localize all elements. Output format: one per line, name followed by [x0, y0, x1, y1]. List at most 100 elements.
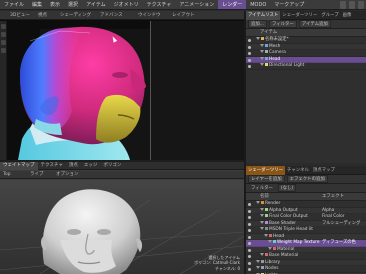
- expand-triangle-icon[interactable]: [260, 43, 264, 47]
- expand-triangle-icon[interactable]: [268, 246, 272, 250]
- info-line: ポリゴン: Catmull-Clark: [194, 260, 240, 266]
- tab-shader-tree[interactable]: シェーダーツリー: [246, 166, 286, 175]
- visibility-eye-icon[interactable]: [248, 65, 251, 68]
- expand-triangle-icon[interactable]: [268, 240, 272, 243]
- render-icon: [261, 201, 264, 204]
- expand-triangle-icon[interactable]: [260, 56, 264, 60]
- visibility-eye-icon[interactable]: [248, 235, 251, 239]
- visibility-eye-icon[interactable]: [248, 52, 251, 55]
- expand-triangle-icon[interactable]: [260, 63, 264, 66]
- expand-triangle-icon[interactable]: [260, 253, 264, 256]
- tab-vertex[interactable]: 頂点: [66, 162, 81, 170]
- top-viewport[interactable]: ウェイトマップテクスチャ頂点エッジポリゴン Top ライブ オプション: [0, 162, 244, 274]
- menu-item-render[interactable]: レンダー: [218, 0, 247, 9]
- visibility-eye-icon[interactable]: [248, 39, 251, 42]
- tab-vertex-maps[interactable]: 頂点マップ: [311, 166, 337, 175]
- menu-item[interactable]: 選択: [64, 0, 82, 9]
- shader-column-header: 名前 エフェクト: [246, 193, 366, 201]
- filter-button[interactable]: フィルター: [268, 20, 297, 28]
- expand-triangle-icon[interactable]: [256, 37, 260, 40]
- menu-item[interactable]: ジオメトリ: [110, 0, 143, 9]
- tree-row-label: 名称未設定*: [265, 37, 289, 42]
- menu-item[interactable]: 編集: [28, 0, 46, 9]
- tree-row-label: Directional Light: [269, 63, 305, 68]
- add-effect-button[interactable]: エフェクトの追加: [286, 175, 328, 183]
- visibility-eye-icon[interactable]: [248, 268, 251, 271]
- item-list-panel: アイテムリスト シェーダーツリー グループ 画像 追加... フィルター アイテム追加 ア…: [246, 11, 366, 163]
- filter-select[interactable]: (なし): [277, 184, 297, 192]
- tree-row-label: Weight Map Texture: [277, 240, 320, 245]
- menu-item[interactable]: MODO: [246, 0, 270, 9]
- expand-triangle-icon[interactable]: [256, 259, 260, 263]
- material-icon: [273, 246, 276, 250]
- visibility-eye-icon[interactable]: [248, 242, 251, 245]
- visibility-eye-icon[interactable]: [248, 216, 251, 219]
- visibility-eye-icon[interactable]: [248, 222, 251, 226]
- viewport-info-overlay: 選択したアイテム ポリゴン: Catmull-Clark チャンネル: 0: [194, 255, 240, 271]
- expand-triangle-icon[interactable]: [260, 207, 264, 211]
- visibility-eye-icon[interactable]: [248, 45, 251, 49]
- visibility-eye-icon[interactable]: [248, 248, 251, 252]
- item-add-dropdown[interactable]: アイテム追加: [298, 20, 331, 28]
- shader-tree: Render Alpha Output Alpha Final Color Outpu…: [246, 201, 366, 274]
- tree-row-label: Mesh: [269, 43, 281, 49]
- tree-row-label-group: Directional Light: [260, 63, 304, 70]
- viewport-live-toggle[interactable]: ライブ: [30, 171, 44, 179]
- info-line: チャンネル: 0: [214, 265, 240, 271]
- expand-triangle-icon[interactable]: [256, 266, 260, 269]
- visibility-eye-icon[interactable]: [248, 203, 251, 206]
- layout-icon[interactable]: [340, 1, 346, 9]
- visibility-eye-icon[interactable]: [248, 229, 251, 232]
- column-label-effect[interactable]: エフェクト: [322, 193, 344, 201]
- viewport-options[interactable]: オプション: [56, 171, 79, 179]
- tab-images[interactable]: 画像: [341, 11, 354, 20]
- visibility-eye-icon[interactable]: [248, 58, 251, 62]
- perspective-viewport[interactable]: 3Dビュー 視点 シェーディング アドバンス ウインドウ レイアウト: [0, 11, 244, 160]
- expand-triangle-icon[interactable]: [260, 214, 264, 217]
- menu-item[interactable]: テクスチャ: [143, 0, 176, 9]
- add-item-button[interactable]: 追加...: [248, 20, 267, 28]
- material-icon: [265, 253, 268, 256]
- menu-item[interactable]: アニメーション: [175, 0, 218, 9]
- tab-edge[interactable]: エッジ: [81, 162, 101, 170]
- visibility-eye-icon[interactable]: [248, 261, 251, 265]
- visibility-eye-icon[interactable]: [248, 209, 251, 213]
- tree-row-label: Camera: [269, 50, 286, 55]
- maximize-icon[interactable]: [349, 1, 355, 9]
- mesh-icon: [265, 43, 268, 47]
- output-icon: [265, 207, 268, 211]
- tab-channels[interactable]: チャンネル: [285, 166, 311, 175]
- tab-weight-map[interactable]: ウェイトマップ: [0, 162, 38, 170]
- menu-item[interactable]: マークアップ: [270, 0, 308, 9]
- visibility-eye-icon[interactable]: [248, 255, 251, 258]
- weight-map-head-render: [18, 26, 150, 160]
- add-layer-button[interactable]: レイヤーを追加: [248, 175, 285, 183]
- tab-polygon[interactable]: ポリゴン: [100, 162, 124, 170]
- expand-triangle-icon[interactable]: [264, 233, 268, 237]
- tab-shader-tree[interactable]: シェーダーツリー: [280, 11, 319, 20]
- viewport-tabs: ウェイトマップ テクスチャ 頂点 エッジ ポリゴン: [0, 162, 244, 170]
- menu-item[interactable]: アイテム: [82, 0, 110, 9]
- column-label-item[interactable]: アイテム: [260, 29, 277, 37]
- tree-row-label: Final Color Output: [269, 214, 308, 219]
- expand-triangle-icon[interactable]: [260, 220, 264, 224]
- expand-triangle-icon[interactable]: [256, 201, 260, 204]
- item-panel-tabs: アイテムリスト シェーダーツリー グループ 画像: [246, 11, 366, 20]
- menu-item[interactable]: ファイル: [0, 0, 28, 9]
- tab-texture[interactable]: テクスチャ: [38, 162, 66, 170]
- item-panel-controls: 追加... フィルター アイテム追加: [246, 20, 366, 29]
- tab-groups[interactable]: グループ: [319, 11, 340, 20]
- column-label-name[interactable]: 名前: [260, 193, 269, 201]
- camera-icon: [265, 50, 268, 53]
- viewport-view-type[interactable]: Top: [3, 171, 11, 179]
- menu-item[interactable]: 表示: [46, 0, 64, 9]
- tree-row-label: Alpha Output: [269, 207, 298, 213]
- tree-row[interactable]: Directional Light: [246, 63, 366, 70]
- tree-row-label: Base Material: [269, 253, 299, 258]
- shader-panel-tabs: シェーダーツリー チャンネル 頂点マップ: [246, 166, 366, 175]
- expand-triangle-icon[interactable]: [260, 227, 264, 230]
- tab-item-list[interactable]: アイテムリスト: [246, 11, 281, 20]
- shader-tree-panel: シェーダーツリー チャンネル 頂点マップ レイヤーを追加 エフェクトの追加 フィルター…: [246, 166, 366, 274]
- close-icon[interactable]: [358, 1, 364, 9]
- expand-triangle-icon[interactable]: [260, 50, 264, 53]
